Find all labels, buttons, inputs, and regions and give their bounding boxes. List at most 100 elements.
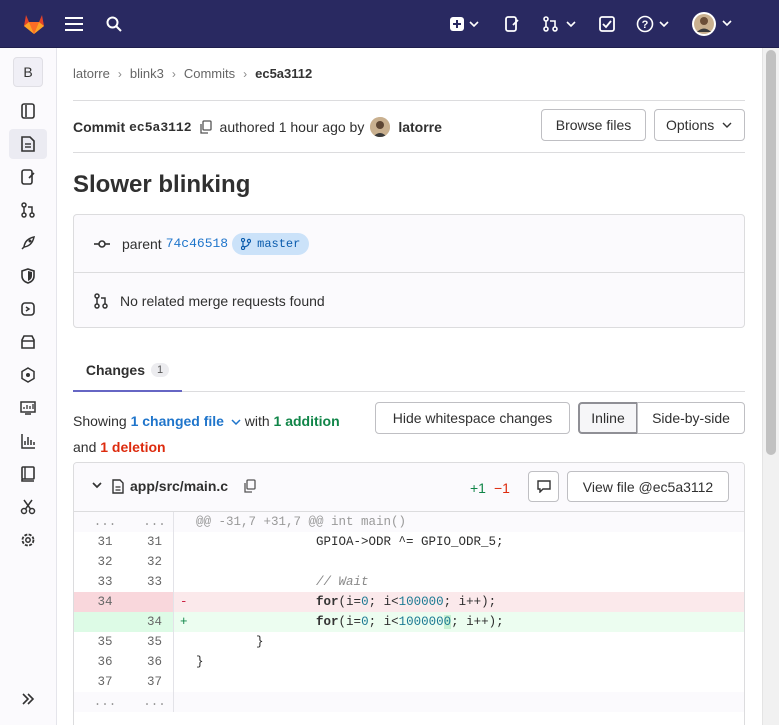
old-line-number[interactable]: 34 [74, 592, 124, 612]
with-text: with [244, 413, 270, 429]
browse-files-button[interactable]: Browse files [541, 109, 646, 141]
old-line-number[interactable]: ... [74, 692, 124, 712]
new-line-number[interactable]: ... [124, 512, 174, 532]
diff-marker [174, 692, 192, 712]
diff-line: 33 33 // Wait [74, 572, 744, 592]
parent-label: parent [122, 235, 162, 252]
snippets-icon[interactable] [9, 492, 47, 522]
page-scrollbar[interactable] [762, 48, 779, 725]
merge-requests-icon[interactable] [9, 195, 47, 225]
settings-icon[interactable] [9, 525, 47, 555]
new-line-number[interactable]: ... [124, 692, 174, 712]
old-line-number[interactable]: ... [74, 512, 124, 532]
diff-line: 36 36} [74, 652, 744, 672]
issues-icon[interactable] [9, 162, 47, 192]
new-line-number[interactable]: 34 [124, 612, 174, 632]
inline-view-button[interactable]: Inline [578, 402, 638, 434]
search-icon[interactable] [103, 0, 125, 48]
comment-button[interactable] [528, 471, 559, 502]
diff-code: } [196, 655, 204, 669]
diff-line: 32 32 [74, 552, 744, 572]
diff-code: for(i=0; i<1000000; i++); [192, 612, 744, 632]
new-line-number[interactable]: 37 [124, 672, 174, 692]
side-by-side-button[interactable]: Side-by-side [637, 402, 745, 434]
old-line-number[interactable]: 36 [74, 652, 124, 672]
author-link[interactable]: latorre [398, 119, 442, 135]
branch-badge[interactable]: master [232, 232, 310, 255]
diff-marker [174, 512, 192, 532]
divider [73, 152, 745, 153]
merge-requests-icon[interactable] [539, 0, 581, 48]
user-avatar[interactable] [690, 0, 736, 48]
new-line-number[interactable]: 31 [124, 532, 174, 552]
diff-line: 31 31 GPIOA->ODR ^= GPIO_ODR_5; [74, 532, 744, 552]
packages-icon[interactable] [9, 327, 47, 357]
todos-icon[interactable] [596, 0, 618, 48]
copy-icon[interactable] [199, 120, 212, 134]
shield-icon[interactable] [9, 261, 47, 291]
diff-lines: ...... @@ -31,7 +31,7 @@ int main() 31 31 G… [74, 512, 744, 712]
new-line-number[interactable]: 36 [124, 652, 174, 672]
author-avatar[interactable] [370, 117, 391, 137]
tab-changes[interactable]: Changes 1 [73, 350, 182, 392]
old-line-number[interactable] [74, 612, 124, 632]
chevron-right-icon: › [243, 66, 248, 81]
comment-icon [536, 480, 551, 493]
project-avatar[interactable]: B [13, 57, 43, 87]
help-icon[interactable]: ? [633, 0, 673, 48]
collapse-sidebar-icon[interactable] [9, 684, 47, 714]
chevron-down-icon [722, 122, 732, 128]
diff-marker [174, 552, 192, 572]
chevron-right-icon: › [171, 66, 176, 81]
old-line-number[interactable]: 37 [74, 672, 124, 692]
new-line-number[interactable] [124, 592, 174, 612]
repository-icon[interactable] [9, 129, 47, 159]
authored-text: authored 1 hour ago by [219, 119, 365, 135]
diff-summary: Showing 1 changed file with 1 addition a… [73, 408, 363, 460]
chevron-down-icon[interactable] [92, 482, 102, 489]
showing-text: Showing [73, 413, 127, 429]
monitor-icon[interactable] [9, 393, 47, 423]
file-icon [112, 479, 124, 494]
breadcrumb-item[interactable]: blink3 [130, 66, 164, 81]
old-line-number[interactable]: 35 [74, 632, 124, 652]
new-line-number[interactable]: 35 [124, 632, 174, 652]
old-line-number[interactable]: 32 [74, 552, 124, 572]
infrastructure-icon[interactable] [9, 360, 47, 390]
create-new-icon[interactable] [446, 0, 484, 48]
breadcrumb-item[interactable]: latorre [73, 66, 110, 81]
breadcrumb-item[interactable]: Commits [184, 66, 235, 81]
file-path[interactable]: app/src/main.c [130, 478, 228, 494]
deployments-icon[interactable] [9, 294, 47, 324]
menu-icon[interactable] [62, 0, 86, 48]
new-line-number[interactable]: 33 [124, 572, 174, 592]
issues-icon[interactable] [501, 0, 523, 48]
new-line-number[interactable]: 32 [124, 552, 174, 572]
rocket-icon[interactable] [9, 228, 47, 258]
chevron-right-icon: › [117, 66, 122, 81]
old-line-number[interactable]: 31 [74, 532, 124, 552]
commit-title: Slower blinking [73, 171, 251, 198]
copy-icon[interactable] [244, 479, 256, 493]
commit-tabs: Changes 1 [73, 350, 745, 392]
diff-line: 34 - for(i=0; i<100000; i++); [74, 592, 744, 612]
breadcrumb-current[interactable]: ec5a3112 [255, 66, 312, 81]
changed-files-dropdown[interactable]: 1 changed file [131, 413, 241, 429]
diff-code: for(i=0; i<100000; i++); [192, 592, 744, 612]
branch-name: master [257, 236, 301, 251]
scrollbar-thumb[interactable] [766, 50, 776, 455]
divider [73, 100, 745, 101]
project-sidebar: B [0, 48, 57, 725]
old-line-number[interactable]: 33 [74, 572, 124, 592]
analytics-icon[interactable] [9, 426, 47, 456]
gitlab-logo[interactable] [20, 0, 48, 48]
top-navbar: ? [0, 0, 779, 48]
wiki-icon[interactable] [9, 459, 47, 489]
diff-code: @@ -31,7 +31,7 @@ int main() [192, 512, 744, 532]
project-overview-icon[interactable] [9, 96, 47, 126]
diff-code [192, 692, 744, 712]
parent-sha-link[interactable]: 74c46518 [166, 236, 228, 251]
view-file-button[interactable]: View file @ec5a3112 [567, 471, 729, 502]
hide-whitespace-button[interactable]: Hide whitespace changes [375, 402, 570, 434]
options-button[interactable]: Options [654, 109, 745, 141]
